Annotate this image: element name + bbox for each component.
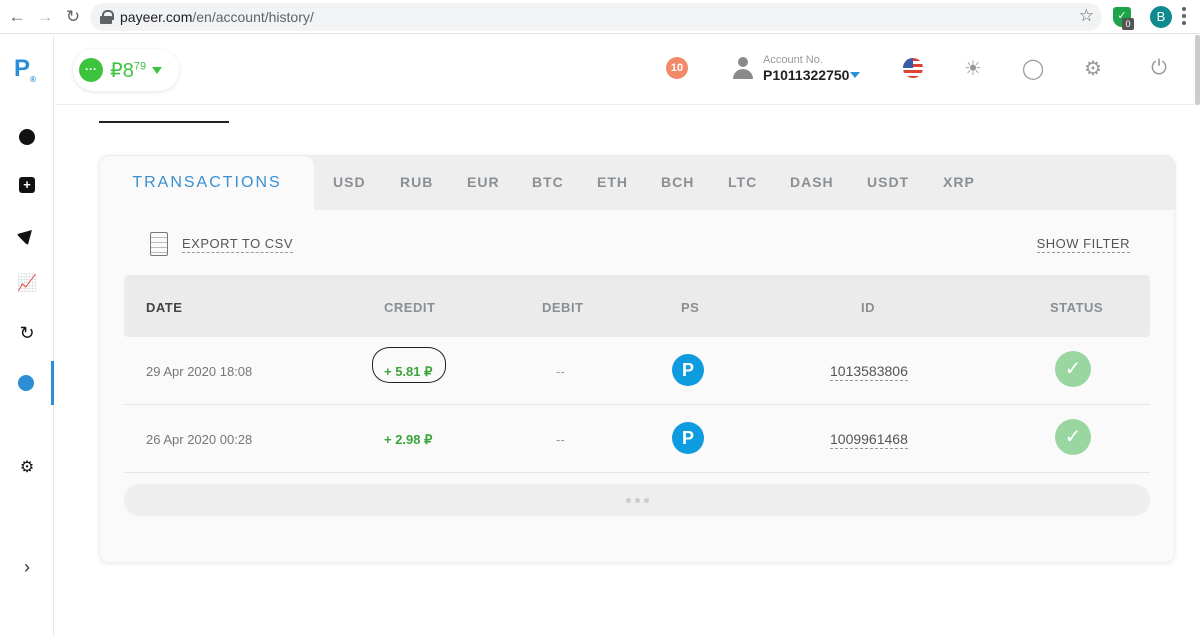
reload-icon[interactable]: ↻ <box>62 6 84 28</box>
tab-usd[interactable]: USD <box>333 174 366 190</box>
paper-plane-icon <box>16 224 38 246</box>
support-icon[interactable]: ◯ <box>1022 57 1044 80</box>
forward-icon[interactable]: → <box>34 6 56 28</box>
address-bar[interactable]: payeer.com/en/account/history/ ☆ <box>90 3 1102 31</box>
payeer-logo[interactable]: P® <box>14 55 36 84</box>
row-credit: + 5.81 ₽ <box>384 364 433 379</box>
row-id[interactable]: 1013583806 <box>830 363 908 381</box>
scrollbar[interactable] <box>1195 35 1200 105</box>
dot-icon <box>643 497 649 503</box>
tab-xrp[interactable]: XRP <box>943 174 975 190</box>
tab-usdt[interactable]: USDT <box>867 174 909 190</box>
export-csv-label: EXPORT TO CSV <box>182 235 294 253</box>
balance-amount: ₽879 <box>110 59 147 82</box>
section-underline <box>99 121 229 123</box>
tab-btc[interactable]: BTC <box>532 174 564 190</box>
table-row[interactable]: 29 Apr 2020 18:08 + 5.81 ₽ -- P 10135838… <box>124 337 1150 405</box>
tab-eur[interactable]: EUR <box>467 174 500 190</box>
status-success-icon: ✓ <box>1055 419 1091 455</box>
payeer-ps-icon: P <box>672 354 704 386</box>
chevron-right-icon: › <box>24 556 30 577</box>
sidebar-expand-button[interactable]: › <box>0 545 54 589</box>
row-date: 26 Apr 2020 00:28 <box>146 432 253 447</box>
payeer-ps-icon: P <box>672 422 704 454</box>
row-date: 29 Apr 2020 18:08 <box>146 364 253 379</box>
row-credit: + 2.98 ₽ <box>384 432 433 447</box>
sidebar-item-settings[interactable]: ⚙ <box>0 445 54 489</box>
load-more-button[interactable] <box>124 484 1150 516</box>
row-debit: -- <box>556 432 565 447</box>
chart-icon: 📈 <box>17 275 37 292</box>
swap-icon: ↻ <box>19 322 35 343</box>
us-flag-icon[interactable] <box>903 58 923 78</box>
status-success-icon: ✓ <box>1055 351 1091 387</box>
balance-selector[interactable]: ··· ₽879 <box>73 49 179 91</box>
plus-square-icon: + <box>19 177 35 193</box>
column-id: ID <box>861 300 875 315</box>
tab-eth[interactable]: ETH <box>597 174 628 190</box>
sidebar-item-swap[interactable]: ↻ <box>0 311 54 355</box>
sun-icon[interactable]: ☀ <box>962 57 984 80</box>
row-debit: -- <box>556 364 565 379</box>
row-id[interactable]: 1009961468 <box>830 431 908 449</box>
profile-avatar[interactable]: B <box>1150 6 1172 28</box>
account-caret-icon[interactable] <box>850 72 860 78</box>
dot-icon <box>625 497 631 503</box>
table-header: DATE CREDIT DEBIT PS ID STATUS <box>124 275 1150 337</box>
tab-bch[interactable]: BCH <box>661 174 694 190</box>
dot-icon <box>634 497 640 503</box>
column-ps: PS <box>681 300 700 315</box>
table-row[interactable]: 26 Apr 2020 00:28 + 2.98 ₽ -- P 10099614… <box>124 405 1150 473</box>
wallet-dots-icon: ··· <box>79 58 103 82</box>
column-status: STATUS <box>1050 300 1104 315</box>
history-card: TRANSACTIONS USD RUB EUR BTC ETH BCH LTC… <box>99 155 1176 563</box>
tab-transactions[interactable]: TRANSACTIONS <box>100 156 314 210</box>
tab-rub[interactable]: RUB <box>400 174 433 190</box>
back-icon[interactable]: ← <box>6 6 28 28</box>
caret-down-icon <box>152 66 163 74</box>
show-filter-button[interactable]: SHOW FILTER <box>1036 236 1130 253</box>
extension-badge: 0 <box>1122 18 1134 30</box>
browser-toolbar: ← → ↻ payeer.com/en/account/history/ ☆ ✓… <box>0 0 1200 34</box>
user-icon[interactable] <box>733 57 753 79</box>
tab-dash[interactable]: DASH <box>790 174 834 190</box>
export-csv-button[interactable]: EXPORT TO CSV <box>150 232 294 256</box>
sidebar-item-exchange-chart[interactable]: 📈 <box>0 261 54 305</box>
top-header: ··· ₽879 10 Account No. P1011322750 ☀ ◯ … <box>55 35 1195 105</box>
gears-icon: ⚙ <box>19 459 35 476</box>
currency-tabs: TRANSACTIONS USD RUB EUR BTC ETH BCH LTC… <box>100 156 1176 210</box>
url-text: payeer.com/en/account/history/ <box>120 9 314 25</box>
tab-ltc[interactable]: LTC <box>728 174 757 190</box>
account-label: Account No. <box>763 54 823 66</box>
account-number[interactable]: P1011322750 <box>763 67 849 83</box>
main-content: TRANSACTIONS USD RUB EUR BTC ETH BCH LTC… <box>55 106 1195 636</box>
clock-icon <box>17 375 34 391</box>
column-debit: DEBIT <box>542 300 584 315</box>
column-credit: CREDIT <box>384 300 436 315</box>
notification-badge[interactable]: 10 <box>666 57 688 79</box>
speedometer-icon <box>19 129 35 145</box>
sidebar-item-history[interactable] <box>0 361 54 405</box>
gear-icon[interactable]: ⚙ <box>1082 57 1104 80</box>
column-date: DATE <box>146 300 183 315</box>
sidebar: P® + 📈 ↻ ⚙ › <box>0 35 54 636</box>
bookmark-star-icon[interactable]: ☆ <box>1079 6 1094 26</box>
browser-menu-icon[interactable] <box>1182 7 1186 25</box>
sidebar-item-add-funds[interactable]: + <box>0 163 54 207</box>
lock-icon[interactable] <box>100 10 114 24</box>
sidebar-item-send[interactable] <box>0 213 54 257</box>
spreadsheet-icon <box>150 232 168 256</box>
power-icon[interactable]: ⏻ <box>1148 57 1170 79</box>
sidebar-item-dashboard[interactable] <box>0 115 54 159</box>
